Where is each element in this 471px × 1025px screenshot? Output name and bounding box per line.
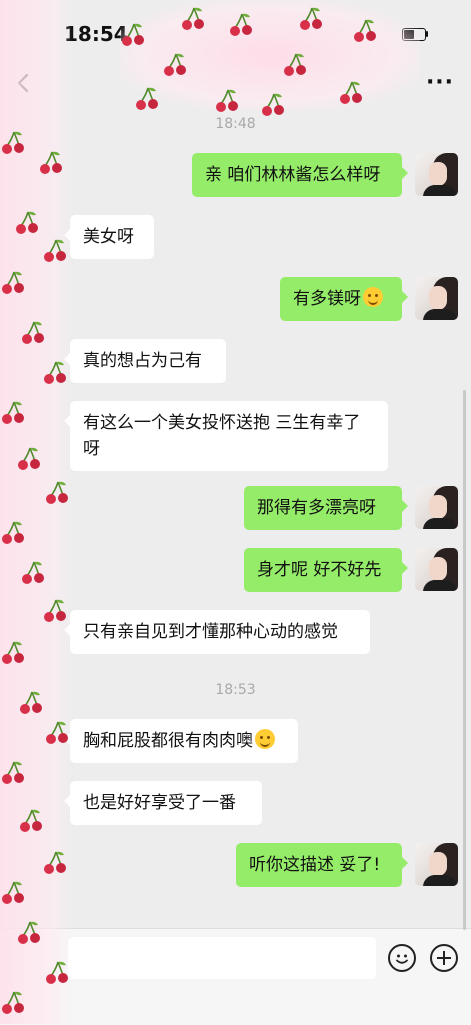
avatar[interactable] <box>415 843 458 886</box>
message-text: 有这么一个美女投怀送抱 三生有幸了呀 <box>83 413 361 459</box>
message-text: 只有亲自见到才懂那种心动的感觉 <box>83 622 338 642</box>
more-button[interactable]: ··· <box>422 72 458 96</box>
message-bubble-outgoing[interactable]: 身才呢 好不好先 <box>244 548 408 592</box>
emoji-button[interactable] <box>388 944 416 972</box>
message-bubble-incoming[interactable]: 真的想占为己有 <box>64 339 226 383</box>
battery-icon <box>402 28 426 41</box>
smiling-face-emoji <box>363 287 383 307</box>
message-text: 胸和屁股都很有肉肉噢 <box>83 731 253 751</box>
avatar[interactable] <box>415 277 458 320</box>
message-text: 听你这描述 妥了! <box>249 855 381 875</box>
message-bubble-incoming[interactable]: 也是好好享受了一番 <box>64 781 262 825</box>
timestamp: 18:53 <box>215 682 256 698</box>
message-bubble-outgoing[interactable]: 亲 咱们林林酱怎么样呀 <box>192 153 408 197</box>
message-bubble-incoming[interactable]: 美女呀 <box>64 215 154 259</box>
message-bubble-incoming[interactable]: 胸和屁股都很有肉肉噢 <box>64 719 298 763</box>
message-text: 有多镁呀 <box>293 289 361 309</box>
avatar[interactable] <box>415 486 458 529</box>
message-text: 亲 咱们林林酱怎么样呀 <box>205 165 381 185</box>
message-bubble-incoming[interactable]: 只有亲自见到才懂那种心动的感觉 <box>64 610 370 654</box>
chevron-left-icon <box>17 73 29 93</box>
timestamp: 18:48 <box>215 116 256 132</box>
avatar[interactable] <box>415 548 458 591</box>
message-input[interactable] <box>68 937 376 979</box>
chat-header: ··· <box>0 60 471 108</box>
back-button[interactable] <box>10 68 38 98</box>
avatar[interactable] <box>415 153 458 196</box>
more-icon: ··· <box>425 70 455 95</box>
message-bubble-outgoing[interactable]: 听你这描述 妥了! <box>236 843 408 887</box>
input-bar <box>0 928 471 1025</box>
message-bubble-incoming[interactable]: 有这么一个美女投怀送抱 三生有幸了呀 <box>64 401 388 471</box>
status-time: 18:54 <box>64 22 128 46</box>
emoji-icon <box>396 954 408 964</box>
message-text: 美女呀 <box>83 227 134 247</box>
message-text: 也是好好享受了一番 <box>83 793 236 813</box>
chat-messages[interactable]: 18:48 亲 咱们林林酱怎么样呀 美女呀 有多镁呀 真的想占为己有 有这么一个… <box>0 108 471 928</box>
message-bubble-outgoing[interactable]: 那得有多漂亮呀 <box>244 486 408 530</box>
plus-button[interactable] <box>430 944 458 972</box>
battery-tip <box>426 31 428 37</box>
scrollbar[interactable] <box>463 390 466 930</box>
plus-icon <box>437 951 451 965</box>
message-text: 真的想占为己有 <box>83 351 202 371</box>
message-bubble-outgoing[interactable]: 有多镁呀 <box>280 277 408 321</box>
message-text: 那得有多漂亮呀 <box>257 498 376 518</box>
message-text: 身才呢 好不好先 <box>257 560 382 580</box>
grinning-face-emoji <box>255 729 275 749</box>
status-bar: 18:54 <box>0 0 471 68</box>
